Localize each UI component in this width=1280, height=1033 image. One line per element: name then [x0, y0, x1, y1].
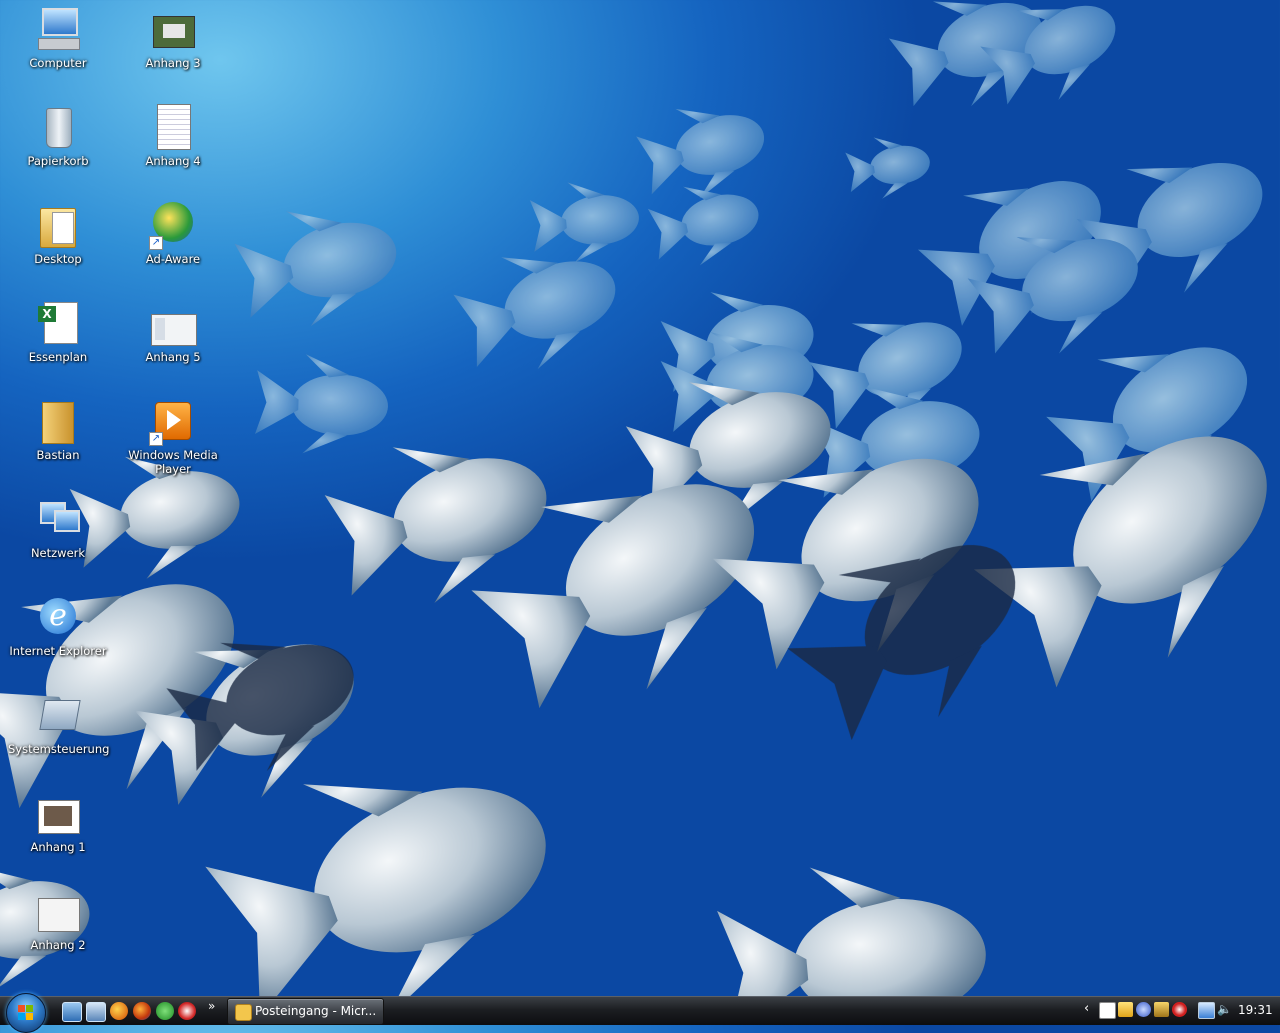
- icon-label: Internet Explorer: [9, 644, 107, 658]
- ad-aware-icon: ↗: [149, 202, 197, 250]
- icon-label: Netzwerk: [30, 546, 86, 560]
- tray-expand-button[interactable]: ‹: [1084, 1001, 1089, 1016]
- update-icon[interactable]: [1136, 1002, 1151, 1017]
- taskbar: » Posteingang - Micr... ‹ 🔈 19:31: [0, 993, 1280, 1033]
- start-button[interactable]: [6, 993, 46, 1033]
- network-icon: [34, 496, 82, 544]
- desktop-icon-essenplan[interactable]: X Essenplan: [8, 300, 108, 364]
- image-file-icon: [34, 790, 82, 838]
- shortcut-arrow-icon: ↗: [149, 236, 163, 250]
- security-icon[interactable]: [1154, 1002, 1169, 1017]
- messenger-icon[interactable]: [1118, 1002, 1133, 1017]
- clover-icon[interactable]: [156, 1002, 174, 1020]
- image-file-icon: [149, 6, 197, 54]
- icon-label: Anhang 1: [30, 840, 86, 854]
- desktop-icon-anhang-3[interactable]: Anhang 3: [123, 6, 223, 70]
- desktop-icon-ad-aware[interactable]: ↗ Ad-Aware: [123, 202, 223, 266]
- desktop-icon-papierkorb[interactable]: Papierkorb: [8, 104, 108, 168]
- show-desktop-icon[interactable]: [62, 1002, 82, 1022]
- taskbar-button-label: Posteingang - Micr...: [255, 1004, 377, 1018]
- icon-label: Anhang 3: [145, 56, 201, 70]
- icon-label: Desktop: [34, 252, 82, 266]
- desktop-icon-systemsteuerung[interactable]: Systemsteuerung: [8, 692, 110, 756]
- quick-launch-overflow[interactable]: »: [208, 999, 215, 1013]
- icon-label: Anhang 2: [30, 938, 86, 952]
- icon-label: Anhang 5: [145, 350, 201, 364]
- icon-label: Anhang 4: [145, 154, 201, 168]
- computer-icon: [34, 6, 82, 54]
- folder-icon: [34, 398, 82, 446]
- control-panel-icon: [34, 692, 82, 740]
- network-status-icon[interactable]: [1198, 1002, 1215, 1019]
- desktop-icon-anhang-5[interactable]: Anhang 5: [123, 300, 223, 364]
- internet-explorer-icon: e: [34, 594, 82, 642]
- image-file-icon: [149, 300, 197, 348]
- image-file-icon: [34, 888, 82, 936]
- connection-icon[interactable]: [1099, 1002, 1116, 1019]
- icon-label: Papierkorb: [27, 154, 89, 168]
- app-icon[interactable]: [178, 1002, 196, 1020]
- icon-label: Systemsteuerung: [8, 742, 110, 756]
- mail-icon: [235, 1004, 252, 1021]
- desktop-icon-computer[interactable]: Computer: [8, 6, 108, 70]
- media-player-icon: ↗: [149, 398, 197, 446]
- icon-label: Computer: [29, 56, 87, 70]
- windows-start-orb-icon: [18, 1005, 34, 1021]
- desktop-icon-desktop[interactable]: Desktop: [8, 202, 108, 266]
- excel-file-icon: X: [34, 300, 82, 348]
- desktop-icon-internet-explorer[interactable]: e Internet Explorer: [8, 594, 108, 658]
- desktop-icon-netzwerk[interactable]: Netzwerk: [8, 496, 108, 560]
- icon-label: Ad-Aware: [145, 252, 201, 266]
- icon-label: Essenplan: [28, 350, 88, 364]
- recycle-bin-icon: [34, 104, 82, 152]
- shortcut-arrow-icon: ↗: [149, 432, 163, 446]
- desktop-icon-anhang-4[interactable]: Anhang 4: [123, 104, 223, 168]
- folder-icon: [34, 202, 82, 250]
- desktop-icon-anhang-1[interactable]: Anhang 1: [8, 790, 108, 854]
- volume-icon[interactable]: 🔈: [1217, 1002, 1232, 1017]
- switch-windows-icon[interactable]: [86, 1002, 106, 1022]
- taskbar-clock[interactable]: 19:31: [1238, 1003, 1273, 1017]
- desktop-icon-anhang-2[interactable]: Anhang 2: [8, 888, 108, 952]
- taskbar-button-posteingang[interactable]: Posteingang - Micr...: [227, 998, 384, 1025]
- icon-label: Bastian: [36, 448, 80, 462]
- desktop-icon-bastian[interactable]: Bastian: [8, 398, 108, 462]
- antivirus-icon[interactable]: [1172, 1002, 1187, 1017]
- desktop-icon-windows-media-player[interactable]: ↗ Windows Media Player: [123, 398, 223, 476]
- icon-label: Windows Media Player: [128, 448, 218, 476]
- thunderbird-icon[interactable]: [110, 1002, 128, 1020]
- document-file-icon: [149, 104, 197, 152]
- firefox-icon[interactable]: [133, 1002, 151, 1020]
